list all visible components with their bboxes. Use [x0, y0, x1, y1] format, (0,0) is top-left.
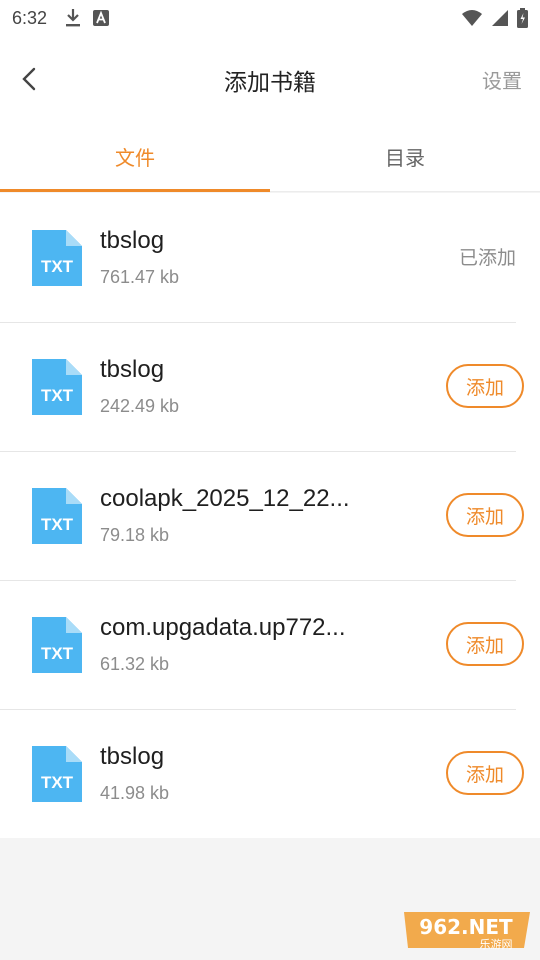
- svg-text:TXT: TXT: [41, 644, 74, 663]
- file-size: 61.32 kb: [100, 654, 170, 674]
- tab-files[interactable]: 文件: [0, 122, 270, 192]
- download-icon: [65, 8, 81, 28]
- svg-text:TXT: TXT: [41, 257, 74, 276]
- svg-text:乐游网: 乐游网: [480, 938, 513, 951]
- file-row[interactable]: TXT tbslog 41.98 kb 添加: [0, 709, 540, 838]
- file-name: com.upgadata.up772...: [100, 614, 346, 641]
- status-time: 6:32: [12, 7, 48, 28]
- tab-bar: 文件 目录: [0, 122, 540, 192]
- file-row[interactable]: TXT tbslog 761.47 kb 已添加: [0, 193, 540, 322]
- add-button[interactable]: 添加: [446, 364, 524, 408]
- add-button[interactable]: 添加: [446, 751, 524, 795]
- status-bar: 6:32: [0, 0, 540, 36]
- svg-text:962.NET: 962.NET: [419, 915, 513, 939]
- signal-icon: [491, 9, 509, 27]
- file-name: coolapk_2025_12_22...: [100, 485, 350, 512]
- settings-button[interactable]: 设置: [482, 65, 522, 94]
- file-name: tbslog: [100, 743, 165, 770]
- status-right-group: [461, 8, 528, 28]
- file-list: TXT tbslog 761.47 kb 已添加 TXT tbslog 242.…: [0, 193, 540, 838]
- txt-file-icon: TXT: [32, 745, 82, 802]
- file-row[interactable]: TXT tbslog 242.49 kb 添加: [0, 322, 540, 451]
- file-name: tbslog: [100, 227, 165, 254]
- wifi-icon: [461, 9, 483, 27]
- svg-text:TXT: TXT: [41, 386, 74, 405]
- file-size: 41.98 kb: [100, 783, 170, 803]
- svg-text:TXT: TXT: [41, 515, 74, 534]
- txt-file-icon: TXT: [32, 229, 82, 286]
- file-size: 79.18 kb: [100, 525, 170, 545]
- svg-text:TXT: TXT: [41, 773, 74, 792]
- file-size: 761.47 kb: [100, 267, 180, 287]
- add-button[interactable]: 添加: [446, 622, 524, 666]
- file-row[interactable]: TXT coolapk_2025_12_22... 79.18 kb 添加: [0, 451, 540, 580]
- txt-file-icon: TXT: [32, 616, 82, 673]
- txt-file-icon: TXT: [32, 487, 82, 544]
- page-title: 添加书籍: [224, 70, 316, 96]
- text-a-icon: [93, 10, 110, 26]
- add-button[interactable]: 添加: [446, 493, 524, 537]
- tab-directory[interactable]: 目录: [270, 122, 540, 191]
- added-status-label: 已添加: [458, 247, 516, 269]
- file-size: 242.49 kb: [100, 396, 180, 416]
- txt-file-icon: TXT: [32, 358, 82, 415]
- file-name: tbslog: [100, 356, 165, 383]
- file-row[interactable]: TXT com.upgadata.up772... 61.32 kb 添加: [0, 580, 540, 709]
- battery-icon: [517, 8, 528, 28]
- app-bar: 添加书籍 设置: [0, 36, 540, 122]
- watermark-logo: 962.NET 乐游网: [404, 912, 530, 951]
